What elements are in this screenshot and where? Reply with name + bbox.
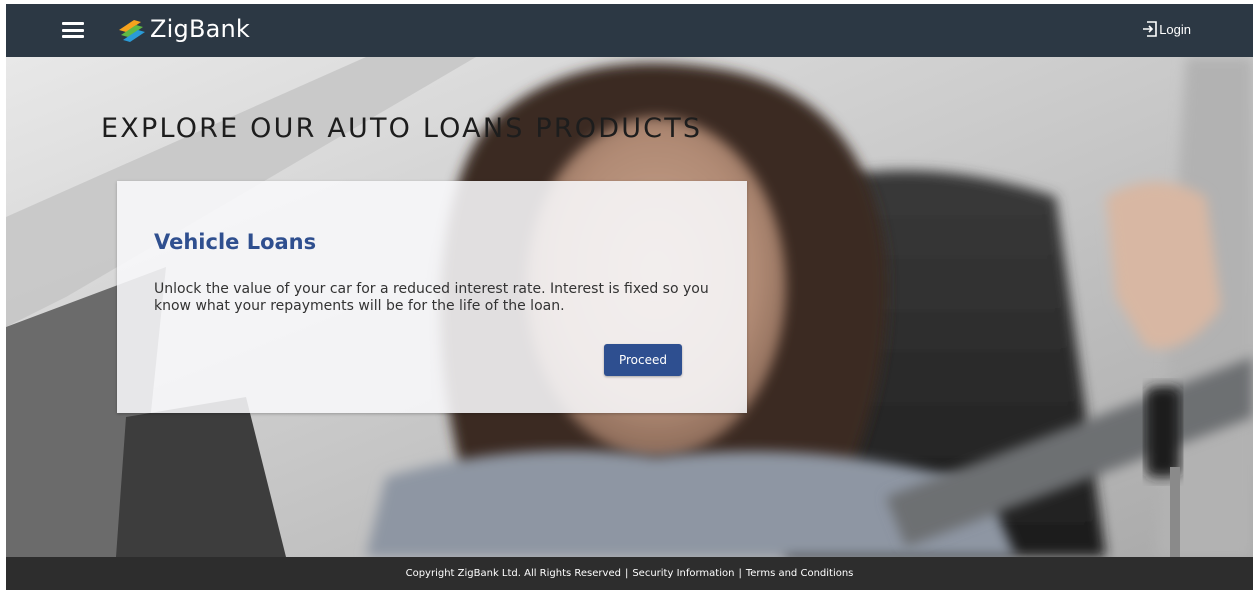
app-frame: ZigBank Login EXPLORE OUR AUTO LOANS PRO… xyxy=(6,4,1253,590)
hero-banner: EXPLORE OUR AUTO LOANS PRODUCTS Vehicle … xyxy=(6,57,1253,557)
security-information-link[interactable]: Security Information xyxy=(632,568,734,579)
top-header: ZigBank Login xyxy=(6,4,1253,57)
hamburger-menu-icon[interactable] xyxy=(62,22,84,38)
login-link[interactable]: Login xyxy=(1142,21,1191,37)
footer-separator: | xyxy=(624,568,629,579)
terms-and-conditions-link[interactable]: Terms and Conditions xyxy=(746,568,854,579)
card-title: Vehicle Loans xyxy=(154,230,317,254)
card-description: Unlock the value of your car for a reduc… xyxy=(154,281,709,314)
page-footer: Copyright ZigBank Ltd. All Rights Reserv… xyxy=(6,557,1253,590)
brand-name: ZigBank xyxy=(150,15,251,43)
footer-separator: | xyxy=(738,568,742,579)
login-label: Login xyxy=(1159,21,1191,37)
vehicle-loans-card: Vehicle Loans Unlock the value of your c… xyxy=(117,181,747,413)
hero-title: EXPLORE OUR AUTO LOANS PRODUCTS xyxy=(101,113,703,144)
proceed-button[interactable]: Proceed xyxy=(604,344,682,376)
login-arrow-icon xyxy=(1143,21,1157,37)
copyright-text: Copyright ZigBank Ltd. All Rights Reserv… xyxy=(405,568,621,579)
zigbank-logo-icon xyxy=(119,20,145,42)
brand-logo[interactable]: ZigBank xyxy=(116,15,250,43)
